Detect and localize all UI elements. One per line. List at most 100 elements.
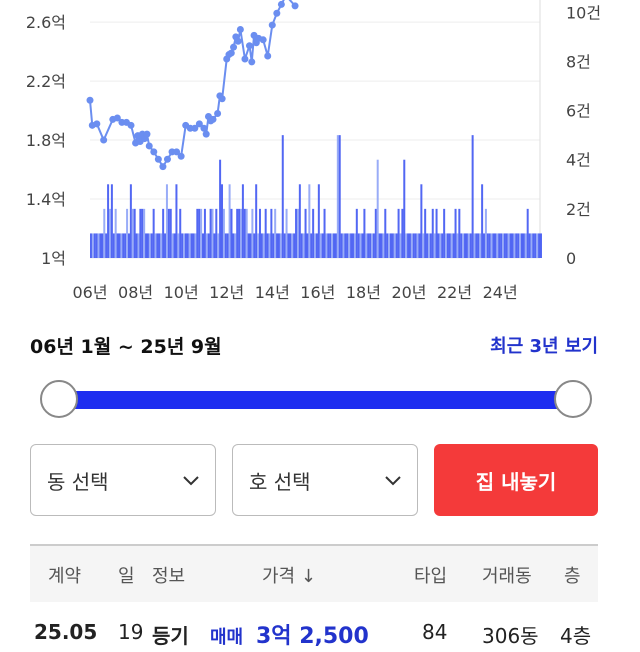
volume-bar <box>486 233 489 258</box>
volume-bar <box>314 233 317 258</box>
volume-bar <box>329 233 332 258</box>
volume-bar <box>181 233 184 258</box>
slider-start-handle[interactable] <box>40 380 78 418</box>
recent-3-years-link[interactable]: 최근 3년 보기 <box>490 332 598 358</box>
volume-bar <box>528 233 531 258</box>
volume-bar <box>154 233 157 258</box>
y-right-tick-label: 0 <box>566 249 576 268</box>
volume-bar <box>238 208 241 258</box>
volume-bar <box>258 208 261 258</box>
volume-bar <box>234 233 237 258</box>
volume-bar <box>524 233 527 258</box>
volume-bar <box>488 233 491 258</box>
volume-bar <box>137 233 140 258</box>
volume-bar <box>239 208 242 258</box>
table-row[interactable]: 25.05 19 등기 매매 3억 2,500 84 306동 4층 <box>30 612 598 652</box>
volume-bar <box>266 233 269 258</box>
volume-bar <box>295 208 298 258</box>
volume-bar <box>414 233 417 258</box>
price-point <box>127 121 135 129</box>
volume-bar <box>133 208 136 258</box>
header-price[interactable]: 가격 ↓ <box>262 562 316 588</box>
volume-bar <box>129 184 132 258</box>
price-point <box>145 142 153 150</box>
volume-bar <box>236 208 239 258</box>
volume-bar <box>173 233 176 258</box>
period-slider[interactable] <box>40 380 592 420</box>
volume-bar <box>355 208 358 258</box>
volume-bar <box>435 208 438 258</box>
price-point <box>214 110 222 118</box>
volume-bar <box>277 233 280 258</box>
volume-bar <box>194 233 197 258</box>
y-right-tick-label: 8건 <box>566 52 591 71</box>
volume-bar <box>422 233 425 258</box>
volume-bar <box>526 208 529 258</box>
header-contract[interactable]: 계약 <box>48 562 81 588</box>
x-tick-label: 14년 <box>255 283 290 302</box>
header-info[interactable]: 정보 <box>152 562 185 588</box>
volume-bar <box>393 233 396 258</box>
volume-bar <box>426 233 429 258</box>
volume-bar <box>530 233 533 258</box>
volume-bar <box>101 233 104 258</box>
volume-bar <box>494 233 497 258</box>
cell-day: 19 <box>118 620 144 644</box>
volume-bar <box>169 208 172 258</box>
range-row: 06년 1월 ~ 25년 9월 최근 3년 보기 <box>30 330 598 360</box>
volume-bar <box>520 233 523 258</box>
volume-bar <box>420 184 423 258</box>
price-point <box>100 136 108 144</box>
slider-track[interactable] <box>60 391 572 409</box>
volume-bar <box>310 233 313 258</box>
volume-bar <box>365 233 368 258</box>
volume-bar <box>427 233 430 258</box>
volume-bar <box>395 233 398 258</box>
volume-bar <box>446 233 449 258</box>
volume-bar <box>380 233 383 258</box>
volume-bar <box>522 233 525 258</box>
volume-bar <box>122 233 125 258</box>
list-house-button[interactable]: 집 내놓기 <box>434 444 598 516</box>
volume-bar <box>505 233 508 258</box>
slider-end-handle[interactable] <box>554 380 592 418</box>
volume-bar <box>338 135 341 258</box>
cell-contract: 25.05 <box>34 620 98 644</box>
ho-select[interactable]: 호 선택 <box>232 444 418 516</box>
price-point <box>241 55 249 63</box>
header-day[interactable]: 일 <box>118 562 135 588</box>
volume-bar <box>203 208 206 258</box>
volume-bar <box>384 208 387 258</box>
header-floor[interactable]: 층 <box>564 562 581 588</box>
volume-bar <box>462 233 465 258</box>
header-type[interactable]: 타입 <box>414 562 447 588</box>
volume-bar <box>270 208 273 258</box>
volume-bar <box>165 184 168 258</box>
volume-bar <box>95 233 98 258</box>
volume-bar <box>513 233 516 258</box>
dong-select[interactable]: 동 선택 <box>30 444 216 516</box>
y-right-tick-label: 6건 <box>566 102 591 121</box>
filter-controls: 동 선택 호 선택 집 내놓기 <box>30 444 598 516</box>
volume-bar <box>200 208 203 258</box>
y-left-tick-label: 1억 <box>41 249 66 268</box>
volume-bar <box>162 208 165 258</box>
header-dong[interactable]: 거래동 <box>482 562 532 588</box>
volume-bar <box>439 233 442 258</box>
volume-bar <box>481 184 484 258</box>
price-point <box>268 21 276 29</box>
volume-bar <box>211 208 214 258</box>
dong-select-label: 동 선택 <box>47 469 109 494</box>
volume-bar <box>97 233 100 258</box>
volume-bar <box>410 233 413 258</box>
volume-bar <box>296 208 299 258</box>
volume-bar <box>445 233 448 258</box>
volume-bar <box>175 184 178 258</box>
volume-bar <box>433 233 436 258</box>
volume-bar <box>93 233 96 258</box>
volume-bar <box>99 233 102 258</box>
volume-bar <box>538 233 541 258</box>
volume-bar <box>243 208 246 258</box>
volume-bar <box>145 233 148 258</box>
volume-bar <box>325 233 328 258</box>
